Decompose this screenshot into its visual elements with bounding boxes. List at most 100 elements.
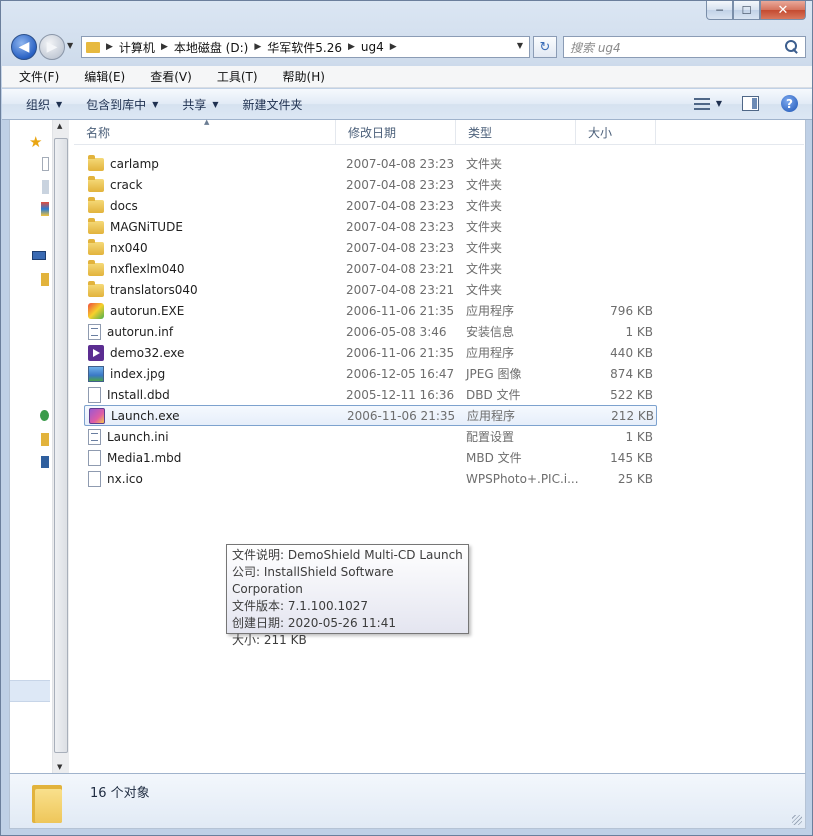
file-row[interactable]: nx.ico WPSPhoto+.PIC.i... 25 KB (84, 468, 657, 489)
file-type: 文件夹 (466, 283, 503, 297)
file-row[interactable]: carlamp 2007-04-08 23:23 文件夹 (84, 153, 657, 174)
column-name[interactable]: 名称 ▲ (74, 118, 336, 145)
maximize-button[interactable]: ☐ (733, 1, 760, 20)
file-size: 145 KB (610, 450, 653, 465)
file-name: Launch.ini (107, 429, 169, 444)
file-name-cell[interactable]: Install.dbd (84, 386, 346, 403)
search-icon[interactable] (785, 40, 799, 54)
file-row[interactable]: nxflexlm040 2007-04-08 23:21 文件夹 (84, 258, 657, 279)
chevron-down-icon: ▼ (56, 99, 63, 109)
scroll-thumb[interactable] (54, 138, 68, 753)
navigation-pane[interactable]: ★ (10, 120, 50, 773)
menu-help[interactable]: 帮助(H) (266, 68, 333, 85)
nav-scrollbar[interactable]: ▲ ▼ (52, 120, 69, 773)
resize-grip[interactable] (792, 815, 802, 825)
settings-file-icon (88, 428, 101, 445)
menu-view[interactable]: 查看(V) (133, 68, 200, 85)
file-name-cell[interactable]: autorun.inf (84, 323, 346, 340)
organize-button[interactable]: 组织 ▼ (26, 96, 62, 113)
drive-icon[interactable] (41, 273, 49, 286)
file-row[interactable]: MAGNiTUDE 2007-04-08 23:23 文件夹 (84, 216, 657, 237)
close-button[interactable]: ✕ (760, 1, 806, 20)
new-folder-button[interactable]: 新建文件夹 (243, 96, 303, 113)
address-bar[interactable]: ▶ 计算机 ▶ 本地磁盘 (D:) ▶ 华军软件5.26 ▶ ug4 ▶ ▼ (81, 36, 530, 58)
scroll-up-arrow[interactable]: ▲ (57, 122, 62, 130)
file-name-cell[interactable]: Launch.ini (84, 428, 346, 445)
file-row[interactable]: Media1.mbd MBD 文件 145 KB (84, 447, 657, 468)
chevron-right-icon[interactable]: ▶ (161, 42, 168, 52)
file-name-cell[interactable]: demo32.exe (84, 344, 346, 361)
search-box[interactable]: 搜索 ug4 (563, 36, 806, 58)
menu-file[interactable]: 文件(F) (2, 68, 67, 85)
forward-button[interactable]: ▶ (39, 34, 65, 60)
column-size[interactable]: 大小 (576, 120, 656, 145)
desktop-icon[interactable] (42, 157, 49, 171)
breadcrumb-drive-d[interactable]: 本地磁盘 (D:) (174, 39, 248, 56)
help-icon[interactable]: ? (781, 95, 798, 112)
address-dropdown[interactable]: ▼ (517, 41, 523, 50)
share-button[interactable]: 共享 ▼ (182, 96, 218, 113)
libraries-icon[interactable] (41, 202, 49, 216)
file-row[interactable]: translators040 2007-04-08 23:21 文件夹 (84, 279, 657, 300)
refresh-button[interactable]: ↻ (533, 36, 557, 58)
breadcrumb-ug4[interactable]: ug4 (361, 40, 384, 54)
file-row[interactable]: index.jpg 2006-12-05 16:47 JPEG 图像 874 KB (84, 363, 657, 384)
favorites-star-icon[interactable]: ★ (29, 133, 42, 151)
search-input[interactable]: 搜索 ug4 (570, 39, 785, 56)
file-name-cell[interactable]: nx.ico (84, 470, 346, 487)
back-button[interactable]: ◀ (11, 34, 37, 60)
file-name-cell[interactable]: Launch.exe (85, 407, 347, 424)
chevron-right-icon[interactable]: ▶ (390, 42, 397, 52)
file-name: demo32.exe (110, 345, 185, 360)
breadcrumb-computer[interactable]: 计算机 (119, 39, 155, 56)
file-row[interactable]: autorun.inf 2006-05-08 3:46 安装信息 1 KB (84, 321, 657, 342)
file-type: JPEG 图像 (466, 367, 522, 381)
file-name-cell[interactable]: nx040 (84, 239, 346, 255)
minimize-button[interactable]: ─ (706, 1, 733, 20)
chevron-down-icon[interactable]: ▼ (716, 99, 722, 108)
file-name-cell[interactable]: carlamp (84, 155, 346, 171)
file-row[interactable]: Launch.ini 配置设置 1 KB (84, 426, 657, 447)
chevron-right-icon[interactable]: ▶ (254, 42, 261, 52)
view-controls: ▼ ? (693, 95, 798, 112)
file-name-cell[interactable]: Media1.mbd (84, 449, 346, 466)
downloads-icon[interactable] (42, 180, 49, 194)
file-name-cell[interactable]: docs (84, 197, 346, 213)
file-row[interactable]: nx040 2007-04-08 23:23 文件夹 (84, 237, 657, 258)
file-row[interactable]: demo32.exe 2006-11-06 21:35 应用程序 440 KB (84, 342, 657, 363)
file-name-cell[interactable]: crack (84, 176, 346, 192)
file-row[interactable]: autorun.EXE 2006-11-06 21:35 应用程序 796 KB (84, 300, 657, 321)
preview-pane-icon[interactable] (742, 96, 759, 111)
file-row[interactable]: crack 2007-04-08 23:23 文件夹 (84, 174, 657, 195)
include-in-library-button[interactable]: 包含到库中 ▼ (86, 96, 158, 113)
file-date: 2007-04-08 23:21 (346, 282, 455, 297)
column-date[interactable]: 修改日期 (336, 120, 456, 145)
menu-edit[interactable]: 编辑(E) (67, 68, 133, 85)
file-type: 文件夹 (466, 241, 503, 255)
breadcrumb-huajun[interactable]: 华军软件5.26 (267, 39, 342, 56)
computer-icon[interactable] (32, 251, 46, 260)
file-date: 2007-04-08 23:23 (346, 156, 455, 171)
file-type: 文件夹 (466, 262, 503, 276)
file-name-cell[interactable]: autorun.EXE (84, 302, 346, 319)
menu-tools[interactable]: 工具(T) (200, 68, 266, 85)
file-name-cell[interactable]: MAGNiTUDE (84, 218, 346, 234)
folder-icon[interactable] (41, 433, 49, 446)
view-options-icon[interactable] (693, 97, 710, 111)
file-row[interactable]: Install.dbd 2005-12-11 16:36 DBD 文件 522 KB (84, 384, 657, 405)
chevron-right-icon[interactable]: ▶ (348, 42, 355, 52)
column-type[interactable]: 类型 (456, 120, 576, 145)
network-icon[interactable] (40, 410, 49, 421)
scroll-down-arrow[interactable]: ▼ (57, 763, 62, 771)
control-panel-icon[interactable] (41, 456, 49, 468)
file-row-selected[interactable]: Launch.exe 2006-11-06 21:35 应用程序 212 KB (84, 405, 657, 426)
file-name-cell[interactable]: translators040 (84, 281, 346, 297)
folder-icon (88, 197, 104, 213)
file-name-cell[interactable]: index.jpg (84, 365, 346, 382)
tooltip-size: 大小: 211 KB (232, 633, 307, 647)
chevron-right-icon[interactable]: ▶ (106, 42, 113, 52)
file-info-tooltip: 文件说明: DemoShield Multi-CD Launch 公司: Ins… (226, 544, 469, 647)
file-name-cell[interactable]: nxflexlm040 (84, 260, 346, 276)
recent-pages-dropdown[interactable]: ▼ (67, 41, 73, 50)
file-row[interactable]: docs 2007-04-08 23:23 文件夹 (84, 195, 657, 216)
